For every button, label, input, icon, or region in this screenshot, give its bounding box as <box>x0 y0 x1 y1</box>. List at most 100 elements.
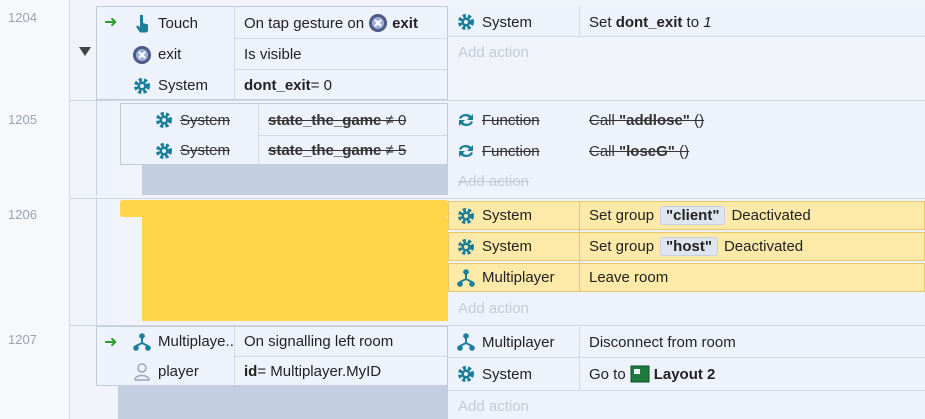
function-name: "loseG" <box>619 142 675 160</box>
action-text[interactable]: Set group "client" Deactivated <box>579 201 811 230</box>
function-icon <box>459 113 473 127</box>
condition-block-selected[interactable] <box>120 200 448 217</box>
action-label: Call <box>589 142 620 160</box>
gear-icon <box>156 112 172 128</box>
condition-label: ≠ 0 <box>381 111 407 129</box>
action-value: 1 <box>703 13 712 31</box>
function-name: "addlose" <box>619 111 690 129</box>
gear-icon <box>458 14 474 30</box>
condition-object[interactable]: exit <box>124 40 234 69</box>
group-name: "host" <box>660 237 718 256</box>
action-label: Go to <box>589 365 626 383</box>
condition-label: = 0 <box>310 77 332 94</box>
group-name: "client" <box>660 206 726 225</box>
condition-text[interactable]: state_the_game ≠ 5 <box>258 136 406 165</box>
action-label: Set <box>589 13 612 31</box>
parent-indent <box>96 101 118 195</box>
action-object[interactable]: System <box>448 232 579 261</box>
condition-text[interactable]: Is visible <box>234 40 302 69</box>
collapse-toggle-icon[interactable] <box>79 47 91 56</box>
add-action-link[interactable]: Add action <box>458 398 529 415</box>
object-name: System <box>482 238 533 255</box>
condition-object[interactable]: player <box>124 357 234 386</box>
action-label: Deactivated <box>731 207 811 224</box>
action-text[interactable]: Leave room <box>579 263 668 292</box>
action-label: Set group <box>589 238 655 255</box>
action-text[interactable]: Go to Layout 2 <box>579 358 715 390</box>
object-name: System <box>180 111 231 129</box>
gear-icon <box>458 366 474 382</box>
variable-name: dont_exit <box>615 13 683 31</box>
object-name: System <box>158 77 209 94</box>
multiplayer-icon <box>457 268 475 287</box>
action-object[interactable]: System <box>448 358 579 390</box>
action-object[interactable]: Function <box>448 136 579 166</box>
action-object[interactable]: System <box>448 201 579 230</box>
action-label: Deactivated <box>723 238 804 255</box>
object-name: System <box>482 13 533 31</box>
add-action-link[interactable]: Add action <box>458 173 529 190</box>
action-label: Set group <box>589 207 655 224</box>
object-name: Multiplayer <box>482 333 555 351</box>
action-text[interactable]: Call "addlose" () <box>579 105 704 135</box>
multiplayer-icon <box>133 332 151 351</box>
touch-icon <box>136 15 148 33</box>
condition-label: ≠ 5 <box>381 142 407 159</box>
condition-object[interactable]: System <box>146 105 258 135</box>
action-object[interactable]: Multiplayer <box>448 327 579 357</box>
action-text[interactable]: Call "loseG" () <box>579 136 689 166</box>
object-name: player <box>158 363 199 380</box>
condition-target: exit <box>392 14 418 32</box>
object-name: Touch <box>158 14 199 32</box>
action-object[interactable]: Multiplayer <box>448 263 579 292</box>
gear-icon <box>156 142 172 159</box>
object-name: Multiplaye... <box>158 333 234 350</box>
action-object[interactable]: Function <box>448 105 579 135</box>
event-number: 1206 <box>8 207 37 222</box>
action-label: Leave room <box>589 269 669 286</box>
layout-name: Layout 2 <box>653 365 716 383</box>
exit-sprite-icon <box>133 45 151 64</box>
gear-icon <box>458 207 474 224</box>
multiplayer-icon <box>457 333 475 351</box>
condition-label: On tap gesture on <box>244 14 365 32</box>
event-number: 1207 <box>8 332 37 347</box>
exit-sprite-icon <box>369 14 388 32</box>
add-action-link[interactable]: Add action <box>458 300 529 317</box>
condition-object[interactable]: Touch <box>124 8 234 38</box>
action-text[interactable]: Set group "host" Deactivated <box>579 232 803 261</box>
player-icon <box>134 362 150 381</box>
event-number: 1204 <box>8 10 37 25</box>
action-label: Call <box>589 111 620 129</box>
action-object[interactable]: System <box>448 7 579 37</box>
condition-label: On signalling left room <box>244 333 394 350</box>
condition-object[interactable]: System <box>124 71 234 100</box>
condition-text[interactable]: On tap gesture on exit <box>234 8 418 38</box>
condition-text[interactable]: state_the_game ≠ 0 <box>258 105 406 135</box>
gear-icon <box>134 77 150 94</box>
variable-name: id <box>244 363 258 380</box>
event-number: 1205 <box>8 112 37 127</box>
condition-text[interactable]: On signalling left room <box>234 327 393 356</box>
condition-object[interactable]: Multiplaye... <box>124 327 234 356</box>
condition-text[interactable]: dont_exit = 0 <box>234 71 332 100</box>
object-name: System <box>180 142 231 159</box>
event-separator <box>70 100 925 101</box>
condition-label: = Multiplayer.MyID <box>257 363 382 380</box>
layout-icon <box>630 365 650 383</box>
action-text[interactable]: Disconnect from room <box>579 327 736 357</box>
object-name: System <box>482 207 533 224</box>
variable-name: state_the_game <box>268 111 382 129</box>
action-label: () <box>689 111 705 129</box>
gear-icon <box>458 238 474 255</box>
object-name: Function <box>482 111 540 129</box>
variable-name: dont_exit <box>244 77 311 94</box>
action-text[interactable]: Set dont_exit to 1 <box>579 7 712 37</box>
parent-indent <box>96 199 118 325</box>
empty-condition-area[interactable] <box>142 217 448 321</box>
condition-text[interactable]: id = Multiplayer.MyID <box>234 357 381 386</box>
function-icon <box>459 144 473 158</box>
condition-label: Is visible <box>244 46 302 63</box>
add-action-link[interactable]: Add action <box>458 44 529 61</box>
condition-object[interactable]: System <box>146 136 258 165</box>
